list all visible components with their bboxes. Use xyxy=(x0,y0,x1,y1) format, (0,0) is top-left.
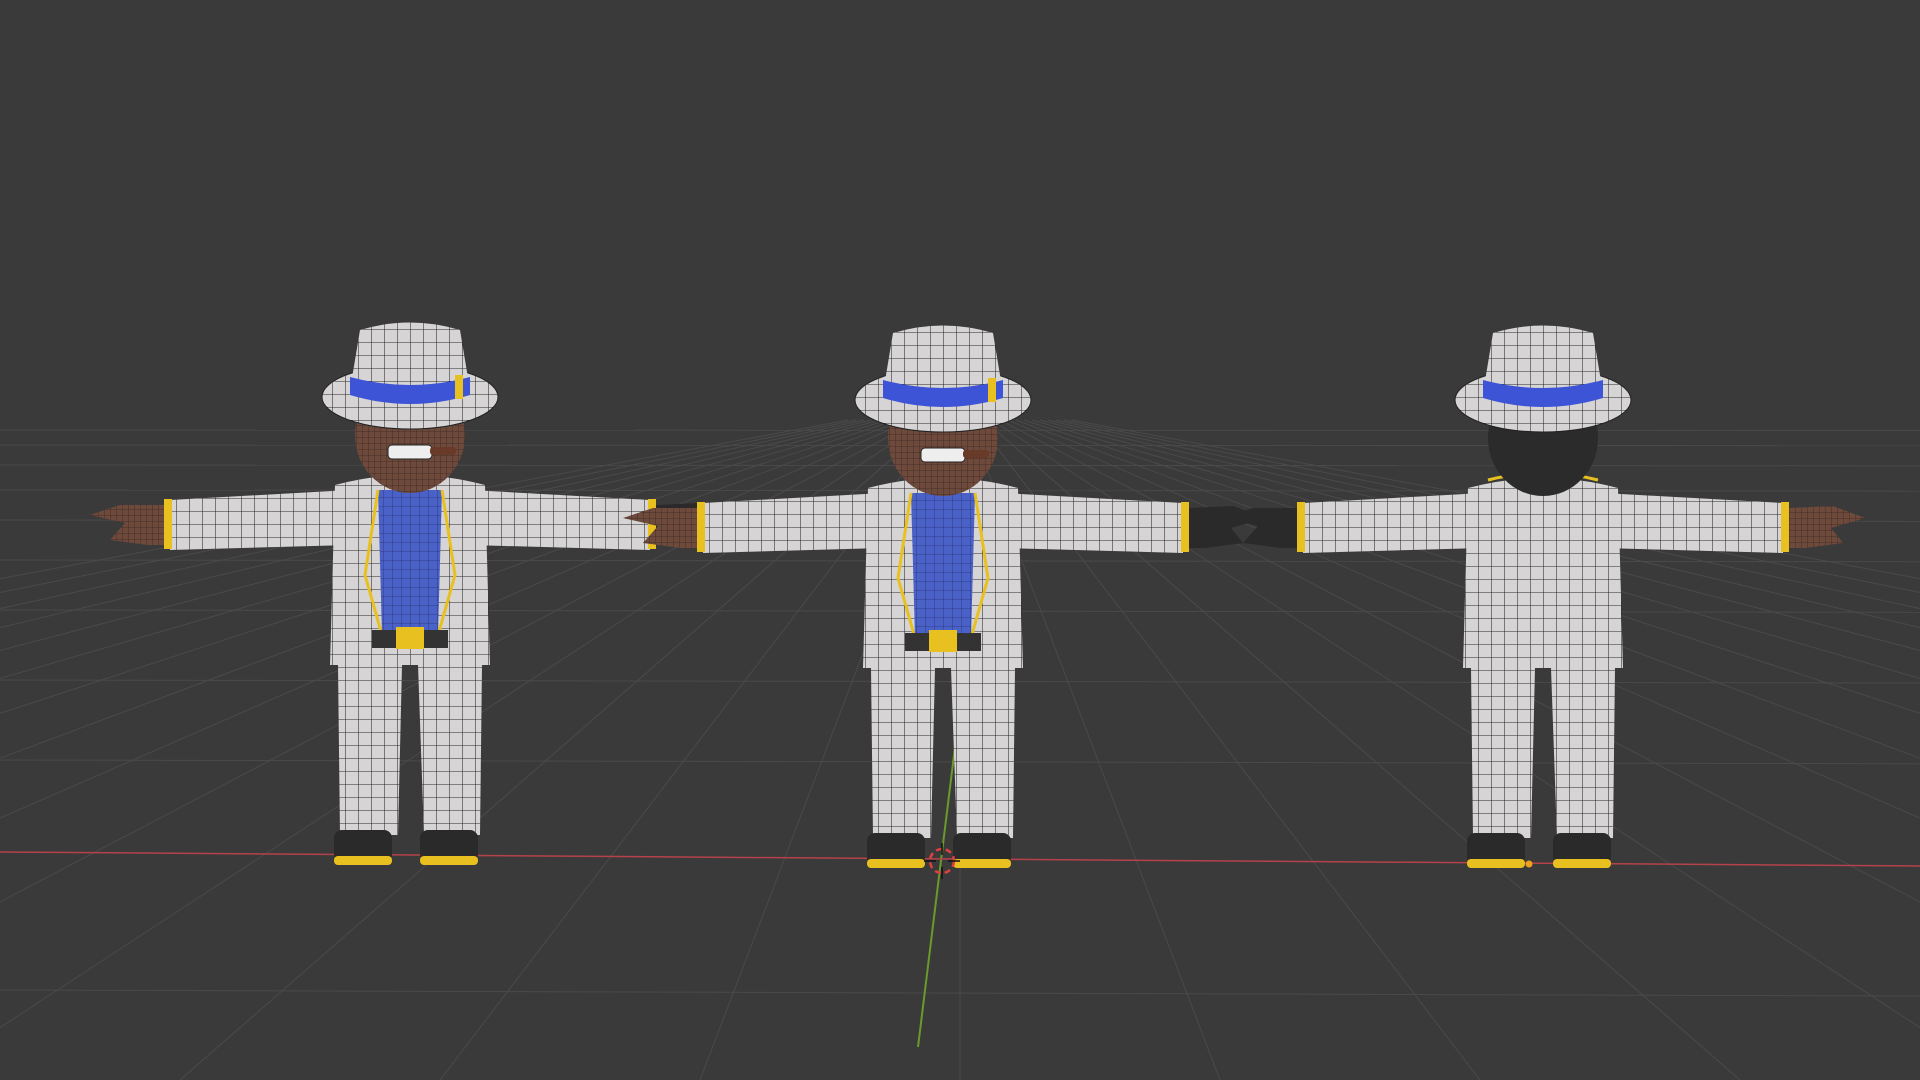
left-hand xyxy=(90,505,164,545)
belt-buckle xyxy=(396,627,424,649)
cuff xyxy=(1181,502,1189,552)
left-arm xyxy=(170,490,350,550)
left-leg xyxy=(871,668,935,838)
character-model[interactable] xyxy=(1223,325,1865,869)
cuff xyxy=(164,499,172,549)
cigar xyxy=(963,450,989,458)
object-origin-dot xyxy=(1525,860,1533,868)
character-model[interactable] xyxy=(623,325,1265,869)
right-arm xyxy=(1003,493,1183,553)
viewport-scene[interactable] xyxy=(0,0,1920,1080)
shoe-sole xyxy=(953,859,1011,868)
cigar xyxy=(430,447,456,455)
shirt xyxy=(911,493,975,638)
cuff xyxy=(1781,502,1789,552)
left-arm xyxy=(1303,493,1483,553)
character-model[interactable] xyxy=(90,322,732,866)
right-hand xyxy=(1789,506,1865,548)
hat-pin xyxy=(455,375,463,399)
left-leg xyxy=(338,665,402,835)
right-arm xyxy=(470,490,650,550)
characters xyxy=(90,322,1865,869)
left-arm xyxy=(703,493,883,553)
right-leg xyxy=(418,665,482,835)
right-arm xyxy=(1603,493,1783,553)
mouth xyxy=(387,444,433,460)
shoe-sole xyxy=(1553,859,1611,868)
shoe-sole xyxy=(334,856,392,865)
jacket xyxy=(1463,478,1623,668)
shirt xyxy=(378,490,442,635)
hat-pin xyxy=(988,378,996,402)
belt-buckle xyxy=(929,630,957,652)
cuff xyxy=(697,502,705,552)
right-leg xyxy=(1551,668,1615,838)
shoe-sole xyxy=(1467,859,1525,868)
shoe-sole xyxy=(867,859,925,868)
3d-viewport[interactable] xyxy=(0,0,1920,1080)
right-leg xyxy=(951,668,1015,838)
mouth xyxy=(920,447,966,463)
cuff xyxy=(1297,502,1305,552)
shoe-sole xyxy=(420,856,478,865)
left-leg xyxy=(1471,668,1535,838)
